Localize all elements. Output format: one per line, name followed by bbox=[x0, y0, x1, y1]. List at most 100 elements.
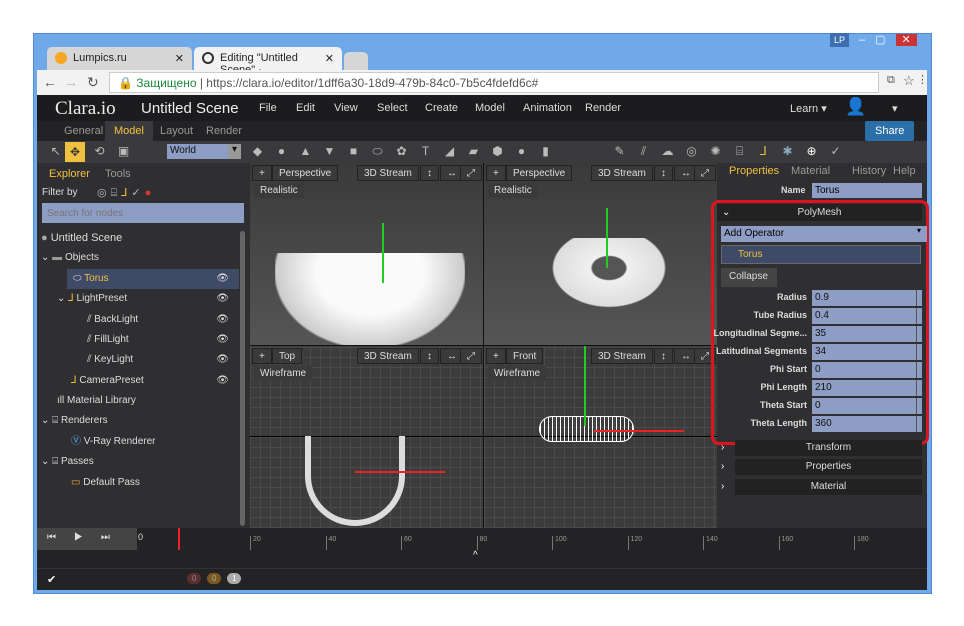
menu-file[interactable]: File bbox=[259, 102, 277, 114]
viewport-add[interactable]: + bbox=[252, 348, 272, 364]
maximize-icon[interactable]: ⤢ bbox=[694, 165, 716, 181]
spinner[interactable] bbox=[916, 380, 922, 396]
render-mode[interactable]: Realistic bbox=[488, 183, 538, 198]
eye-icon[interactable]: 👁 bbox=[216, 330, 229, 350]
viewport-add[interactable]: + bbox=[252, 165, 272, 181]
capsule-icon[interactable]: ▮ bbox=[539, 145, 552, 158]
tab-properties[interactable]: Properties bbox=[729, 165, 779, 177]
tab-layout[interactable]: Layout bbox=[151, 121, 202, 141]
param-input[interactable]: 0 bbox=[812, 398, 916, 414]
menu-render[interactable]: Render bbox=[585, 102, 621, 114]
camera-icon[interactable]: ⌸ bbox=[733, 145, 746, 158]
section-properties[interactable]: › Properties bbox=[721, 459, 922, 475]
new-tab-button[interactable] bbox=[344, 52, 368, 70]
spinner[interactable] bbox=[916, 362, 922, 378]
viewport-add[interactable]: + bbox=[486, 348, 506, 364]
pyramid-icon[interactable]: ◢ bbox=[443, 145, 456, 158]
user-icon[interactable]: 👤 bbox=[845, 97, 866, 117]
curve-icon[interactable]: ✓ bbox=[829, 145, 842, 158]
camera-select[interactable]: Front bbox=[506, 348, 544, 364]
viewport-perspective-2[interactable]: + Perspective 3D Stream ↕ ↔ ⤢ Realistic bbox=[484, 163, 717, 345]
user-dropdown-icon[interactable]: ▾ bbox=[892, 102, 898, 115]
node-backlight[interactable]: ⫽ BackLight 👁 bbox=[87, 310, 239, 330]
tab-material[interactable]: Material bbox=[791, 165, 830, 177]
logo[interactable]: Clara.io bbox=[55, 98, 116, 120]
null-icon[interactable]: ⅃ bbox=[757, 145, 770, 158]
spinner[interactable] bbox=[916, 398, 922, 414]
spinner[interactable] bbox=[916, 344, 922, 360]
render-mode[interactable]: Realistic bbox=[254, 183, 304, 198]
area-light-icon[interactable]: ☁ bbox=[661, 145, 674, 158]
star-icon[interactable]: ☆ bbox=[903, 73, 915, 89]
menu-edit[interactable]: Edit bbox=[296, 102, 315, 114]
node-lightpreset[interactable]: ⌄ ⅃ LightPreset 👁 bbox=[57, 289, 239, 309]
viewport-perspective-1[interactable]: + Perspective 3D Stream ↕ ↔ ⤢ Realistic bbox=[250, 163, 483, 345]
tab-general[interactable]: General bbox=[55, 121, 112, 141]
add-icon[interactable]: ⊕ bbox=[805, 145, 818, 158]
viewport-top[interactable]: + Top 3D Stream ↕ ↔ ⤢ Wireframe bbox=[250, 346, 483, 528]
tab-render[interactable]: Render bbox=[197, 121, 251, 141]
collapse-button[interactable]: Collapse bbox=[721, 268, 777, 287]
param-input[interactable]: 35 bbox=[812, 326, 916, 342]
ring-icon[interactable]: ◎ bbox=[685, 145, 698, 158]
name-input[interactable] bbox=[812, 183, 922, 198]
character-icon[interactable]: ✱ bbox=[781, 145, 794, 158]
back-icon[interactable]: ← bbox=[43, 74, 57, 90]
menu-select[interactable]: Select bbox=[377, 102, 408, 114]
url-field[interactable]: 🔒 Защищено | https://clara.io/editor/1df… bbox=[109, 72, 879, 93]
node-filllight[interactable]: ⫽ FillLight 👁 bbox=[87, 330, 239, 350]
param-input[interactable]: 210 bbox=[812, 380, 916, 396]
spinner[interactable] bbox=[916, 326, 922, 342]
text-icon[interactable]: T bbox=[419, 145, 432, 158]
node-camerapreset[interactable]: ⅃ CameraPreset 👁 bbox=[71, 371, 239, 391]
scale-icon[interactable]: ▣ bbox=[117, 145, 130, 158]
coord-space-select[interactable]: World ▾ bbox=[167, 144, 241, 159]
cone-icon[interactable]: ▲ bbox=[299, 145, 312, 158]
param-input[interactable]: 0.9 bbox=[812, 290, 916, 306]
point-light-icon[interactable]: ✺ bbox=[709, 145, 722, 158]
menu-view[interactable]: View bbox=[334, 102, 358, 114]
close-tab-icon[interactable]: ✕ bbox=[175, 52, 184, 65]
plane-icon[interactable]: ▰ bbox=[467, 145, 480, 158]
eye-icon[interactable]: 👁 bbox=[216, 269, 229, 289]
sphere-icon[interactable]: ● bbox=[275, 145, 288, 158]
reload-icon[interactable]: ↻ bbox=[87, 74, 99, 91]
rotate-icon[interactable]: ⟲ bbox=[93, 145, 106, 158]
camera-select[interactable]: Perspective bbox=[272, 165, 339, 181]
param-input[interactable]: 0 bbox=[812, 362, 916, 378]
pan-icon[interactable]: ↕ bbox=[420, 165, 439, 181]
window-controls[interactable]: –▢ ✕ bbox=[859, 33, 917, 46]
param-input[interactable]: 360 bbox=[812, 416, 916, 432]
pan-icon[interactable]: ↕ bbox=[654, 165, 673, 181]
learn-menu[interactable]: Learn ▾ bbox=[790, 102, 827, 115]
error-badge[interactable]: 0 bbox=[187, 573, 202, 584]
menu-icon[interactable]: ⋮ bbox=[917, 73, 928, 86]
stream-button[interactable]: 3D Stream bbox=[591, 348, 653, 364]
viewport-front[interactable]: + Front 3D Stream ↕ ↔ ⤢ Wireframe bbox=[484, 346, 717, 528]
close-tab-icon[interactable]: ✕ bbox=[325, 52, 334, 65]
camera-select[interactable]: Perspective bbox=[506, 165, 573, 181]
forward-icon[interactable]: → bbox=[64, 74, 78, 90]
menu-model[interactable]: Model bbox=[475, 102, 505, 114]
scene-title[interactable]: Untitled Scene bbox=[141, 100, 239, 117]
menu-create[interactable]: Create bbox=[425, 102, 458, 114]
maximize-icon[interactable]: ⤢ bbox=[460, 348, 482, 364]
gem-icon[interactable]: ◆ bbox=[251, 145, 264, 158]
cylinder-icon[interactable]: ▼ bbox=[323, 145, 336, 158]
menu-animation[interactable]: Animation bbox=[523, 102, 572, 114]
section-material[interactable]: › Material bbox=[721, 479, 922, 495]
spot-light-icon[interactable]: ✎ bbox=[613, 145, 626, 158]
tab-history[interactable]: History bbox=[852, 165, 886, 177]
node-vray[interactable]: Ⓥ V-Ray Renderer bbox=[71, 432, 155, 452]
sphere2-icon[interactable]: ● bbox=[515, 145, 528, 158]
eye-icon[interactable]: 👁 bbox=[216, 289, 229, 309]
node-keylight[interactable]: ⫽ KeyLight 👁 bbox=[87, 350, 239, 370]
pan-icon[interactable]: ↕ bbox=[654, 348, 673, 364]
render-mode[interactable]: Wireframe bbox=[488, 366, 547, 381]
scrollbar[interactable] bbox=[240, 231, 245, 526]
stream-button[interactable]: 3D Stream bbox=[357, 165, 419, 181]
tab-tools[interactable]: Tools bbox=[93, 165, 143, 183]
select-icon[interactable]: ↖ bbox=[49, 145, 62, 158]
section-transform[interactable]: › Transform bbox=[721, 440, 922, 456]
torus-icon[interactable]: ⬭ bbox=[371, 145, 384, 158]
